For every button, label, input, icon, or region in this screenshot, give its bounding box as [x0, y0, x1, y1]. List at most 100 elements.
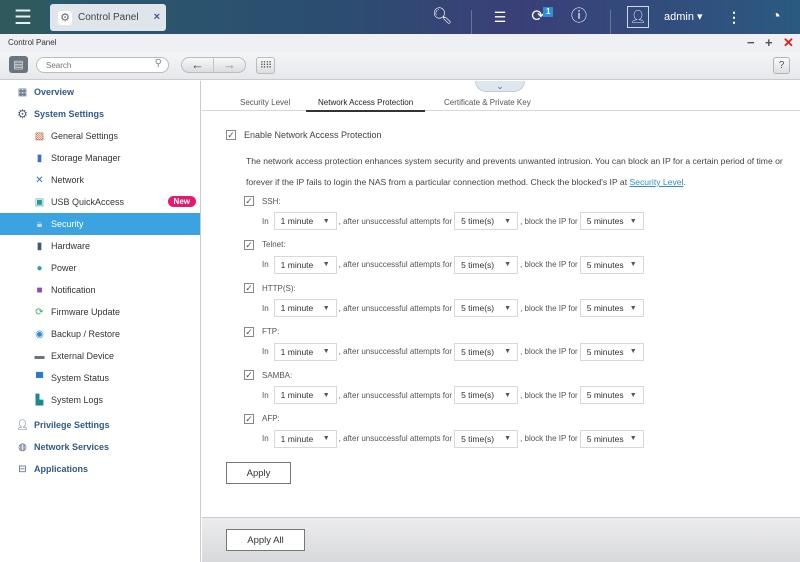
enable-protection-label: Enable Network Access Protection — [244, 130, 382, 140]
sidebar-item-label: Hardware — [51, 241, 91, 251]
period-select[interactable]: 1 minute ▼ — [273, 255, 337, 274]
sidebar-item-usb-quickaccess[interactable]: ▣ USB QuickAccess New — [0, 191, 200, 213]
block-duration-value: 5 minutes — [586, 259, 624, 270]
window-title: Control Panel — [8, 38, 57, 47]
protocol-checkbox[interactable]: ✓ — [244, 239, 254, 250]
sidebar-item-system-status[interactable]: ▀ System Status — [0, 367, 200, 389]
sidebar-item-system-logs[interactable]: ▙ System Logs — [0, 389, 200, 411]
period-select[interactable]: 1 minute ▼ — [273, 299, 337, 317]
sidebar-toggle-button[interactable]: ▤ — [9, 56, 28, 73]
sidebar-item-privilege-settings[interactable]: 👤︎ Privilege Settings — [0, 414, 200, 436]
protocol-header-0: ✓ SSH: — [244, 196, 281, 206]
search-icon[interactable]: ⚲ — [155, 58, 162, 69]
rule-in-text: In — [262, 390, 269, 400]
forward-button[interactable]: → — [213, 58, 245, 72]
close-window-button[interactable]: ✕ — [783, 35, 794, 51]
block-duration-select[interactable]: 5 minutes ▼ — [579, 429, 644, 448]
protocol-checkbox[interactable]: ✓ — [244, 326, 254, 337]
background-tasks-icon[interactable]: ☰ — [490, 7, 510, 27]
user-menu[interactable]: admin ▾ — [664, 10, 703, 23]
sidebar-item-network-services[interactable]: ◍ Network Services — [0, 436, 200, 458]
sidebar-item-label: Power — [51, 263, 77, 273]
sidebar-item-security[interactable]: 🔒︎ Security — [0, 213, 200, 235]
help-button[interactable]: ? — [773, 57, 790, 74]
chevron-down-icon: ▼ — [504, 261, 512, 268]
block-duration-select[interactable]: 5 minutes ▼ — [579, 299, 644, 317]
protocol-checkbox[interactable]: ✓ — [244, 370, 254, 380]
external-device-icon: ▬ — [34, 350, 45, 362]
sidebar-item-overview[interactable]: ▦ Overview — [0, 81, 200, 103]
rule-after-text: , after unsuccessful attempts for — [338, 303, 453, 313]
apps-grid-button[interactable]: ⠿⠿ — [256, 57, 275, 74]
period-select[interactable]: 1 minute ▼ — [273, 212, 337, 230]
collapse-button[interactable]: ⌄ — [475, 81, 525, 92]
sidebar-item-external-device[interactable]: ▬ External Device — [0, 345, 200, 367]
back-button[interactable]: ← — [182, 58, 213, 72]
tab-network-access-protection[interactable]: Network Access Protection — [306, 98, 426, 112]
sidebar-item-applications[interactable]: ⊟ Applications — [0, 458, 200, 480]
attempts-value: 5 time(s) — [461, 259, 495, 270]
search-icon[interactable]: 🔍︎ — [432, 7, 452, 27]
attempts-select[interactable]: 5 time(s) ▼ — [454, 386, 519, 404]
more-vertical-icon[interactable]: ⋮ — [726, 7, 742, 27]
firmware-icon: ⟳ — [35, 306, 44, 318]
info-icon[interactable]: ⓘ — [569, 7, 589, 27]
sidebar-item-general-settings[interactable]: ▧ General Settings — [0, 125, 200, 147]
sidebar-item-power[interactable]: ● Power — [0, 257, 200, 279]
block-duration-select[interactable]: 5 minutes ▼ — [579, 342, 644, 361]
rule-after-text: , after unsuccessful attempts for — [338, 260, 453, 269]
chevron-down-icon: ▼ — [322, 304, 330, 312]
sidebar-item-storage-manager[interactable]: ▮ Storage Manager — [0, 147, 200, 169]
enable-protection-checkbox[interactable]: ✓ — [226, 130, 236, 140]
main-panel: ⌄ Security Level Network Access Protecti… — [202, 81, 800, 517]
applications-icon: ⊟ — [18, 463, 27, 475]
sidebar-item-notification[interactable]: ■ Notification — [0, 279, 200, 301]
attempts-value: 5 time(s) — [461, 346, 495, 357]
protocol-checkbox[interactable]: ✓ — [244, 413, 254, 424]
close-icon[interactable]: × — [154, 11, 160, 23]
protocol-checkbox[interactable]: ✓ — [244, 283, 254, 293]
backup-icon: ◉ — [35, 328, 44, 340]
attempts-select[interactable]: 5 time(s) ▼ — [454, 255, 519, 274]
sidebar-item-firmware-update[interactable]: ⟳ Firmware Update — [0, 301, 200, 323]
rule-block-text: , block the IP for — [520, 390, 578, 400]
security-level-link[interactable]: Security Level — [629, 177, 683, 187]
chevron-down-icon: ▼ — [322, 391, 330, 399]
protocol-label: HTTP(S): — [262, 283, 296, 293]
sidebar-item-backup-restore[interactable]: ◉ Backup / Restore — [0, 323, 200, 345]
sidebar-item-label: Overview — [34, 87, 75, 97]
search-input[interactable] — [46, 58, 151, 72]
minimize-button[interactable]: − — [747, 35, 755, 50]
attempts-select[interactable]: 5 time(s) ▼ — [454, 212, 519, 230]
period-select[interactable]: 1 minute ▼ — [273, 429, 337, 448]
rule-after-text: , after unsuccessful attempts for — [338, 216, 453, 226]
block-duration-select[interactable]: 5 minutes ▼ — [579, 212, 644, 230]
main-menu-button[interactable]: ☰ — [0, 0, 46, 34]
rule-in-text: In — [262, 347, 269, 356]
protocol-checkbox[interactable]: ✓ — [244, 196, 254, 206]
app-tab-control-panel[interactable]: ⚙ Control Panel × — [50, 4, 166, 31]
chevron-down-icon: ▼ — [322, 261, 330, 268]
period-select[interactable]: 1 minute ▼ — [273, 386, 337, 404]
block-duration-select[interactable]: 5 minutes ▼ — [579, 255, 644, 274]
avatar[interactable]: 👤︎ — [627, 6, 649, 28]
tab-certificate-private-key[interactable]: Certificate & Private Key — [444, 98, 531, 110]
maximize-button[interactable]: + — [765, 35, 773, 50]
rule-block-text: , block the IP for — [520, 303, 578, 313]
sidebar-item-hardware[interactable]: ▮ Hardware — [0, 235, 200, 257]
sidebar-item-system-settings[interactable]: ⚙ System Settings — [0, 103, 200, 125]
divider — [471, 10, 472, 34]
attempts-select[interactable]: 5 time(s) ▼ — [454, 429, 519, 448]
tab-security-level[interactable]: Security Level — [240, 98, 290, 110]
apply-all-button[interactable]: Apply All — [226, 529, 305, 551]
apply-button[interactable]: Apply — [226, 462, 291, 484]
attempts-select[interactable]: 5 time(s) ▼ — [454, 299, 519, 317]
attempts-select[interactable]: 5 time(s) ▼ — [454, 342, 519, 361]
dashboard-gauge-icon[interactable]: ◔ — [764, 7, 788, 27]
sidebar-item-network[interactable]: ✕ Network — [0, 169, 200, 191]
gear-icon: ⚙ — [17, 107, 28, 121]
block-duration-select[interactable]: 5 minutes ▼ — [579, 386, 644, 404]
period-select[interactable]: 1 minute ▼ — [273, 342, 337, 361]
attempts-value: 5 time(s) — [461, 433, 495, 444]
rule-after-text: , after unsuccessful attempts for — [338, 434, 453, 443]
